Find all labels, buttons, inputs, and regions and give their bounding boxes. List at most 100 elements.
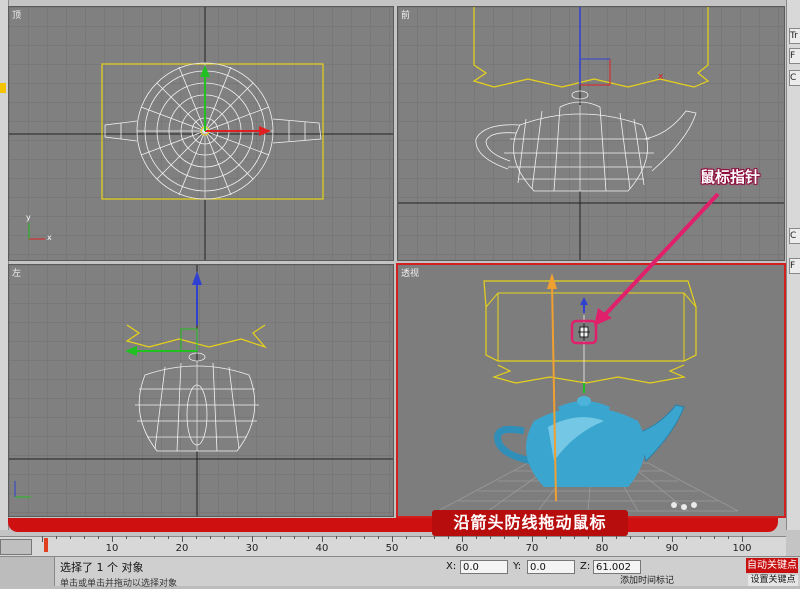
track-tick — [322, 536, 323, 542]
viewport-front-canvas: x — [398, 7, 784, 260]
track-tick — [280, 536, 281, 539]
track-tick — [490, 536, 491, 539]
track-tick — [238, 536, 239, 539]
track-tick — [420, 536, 421, 539]
svg-text:x: x — [658, 72, 664, 82]
track-tick — [406, 536, 407, 539]
track-tick — [476, 536, 477, 539]
track-tick-label: 60 — [455, 543, 469, 554]
annotation-mouse-pointer: 鼠标指针 — [700, 168, 761, 186]
track-tick-label: 100 — [732, 543, 752, 554]
track-tick-label: 80 — [595, 543, 609, 554]
track-tick — [252, 536, 253, 542]
track-tick — [532, 536, 533, 542]
max-application: Tr F C C F 顶 x y 前 x 左 透视 鼠标指针 沿箭头防线拖动鼠标… — [0, 0, 800, 589]
current-frame-marker[interactable] — [44, 538, 48, 552]
track-tick — [714, 536, 715, 539]
viewport-top-canvas — [9, 7, 393, 260]
track-tick — [84, 536, 85, 539]
caption-label: 沿箭头防线拖动鼠标 — [432, 510, 628, 536]
track-tick — [196, 536, 197, 539]
track-tick — [434, 536, 435, 539]
track-tick — [546, 536, 547, 539]
y-coordinate-field[interactable]: 0.0 — [527, 560, 575, 574]
track-tick — [42, 536, 43, 542]
panel-tab[interactable]: C — [789, 228, 800, 244]
track-tick — [602, 536, 603, 542]
track-bar[interactable]: 10 20 30 40 50 60 70 80 90 100 — [42, 536, 752, 556]
track-tick — [686, 536, 687, 539]
track-tick-label: 10 — [105, 543, 119, 554]
track-tick — [266, 536, 267, 539]
viewport-label[interactable]: 前 — [401, 8, 410, 21]
x-coordinate-field[interactable]: 0.0 — [460, 560, 508, 574]
viewport-front[interactable]: 前 x — [397, 6, 785, 261]
panel-tab[interactable]: C — [789, 70, 800, 86]
axis-x-label: x — [47, 233, 52, 242]
track-tick-label: 70 — [525, 543, 539, 554]
z-label: Z: — [580, 561, 591, 572]
prompt-line: 单击或单击并拖动以选择对象 — [60, 579, 178, 589]
track-tick — [98, 536, 99, 539]
track-tick — [392, 536, 393, 542]
track-tick-label: 90 — [665, 543, 679, 554]
viewport-label[interactable]: 透视 — [401, 266, 419, 279]
track-tick — [378, 536, 379, 539]
panel-tab[interactable]: F — [789, 258, 800, 274]
track-tick — [658, 536, 659, 539]
track-tick — [644, 536, 645, 539]
track-tick — [210, 536, 211, 539]
caption-bar — [8, 518, 778, 532]
viewport-label[interactable]: 左 — [12, 266, 21, 279]
viewport-perspective[interactable]: 透视 — [396, 263, 786, 518]
track-tick — [294, 536, 295, 539]
track-tick — [518, 536, 519, 539]
track-tick — [672, 536, 673, 542]
panel-tab[interactable]: F — [789, 48, 800, 64]
x-label: X: — [446, 561, 457, 572]
set-key-button[interactable]: 设置关键点 — [748, 575, 798, 586]
track-tick — [336, 536, 337, 539]
track-tick-label: 20 — [175, 543, 189, 554]
viewport-left-canvas — [9, 265, 393, 516]
track-tick — [70, 536, 71, 539]
track-tick — [700, 536, 701, 539]
track-tick — [126, 536, 127, 539]
track-tick — [182, 536, 183, 542]
track-tick — [462, 536, 463, 542]
toolbar-marker — [0, 83, 6, 93]
track-tick — [588, 536, 589, 539]
status-bar: 选择了 1 个 对象 单击或单击并拖动以选择对象 X: 0.0 Y: 0.0 Z… — [0, 556, 800, 589]
track-tick — [224, 536, 225, 539]
viewport-left[interactable]: 左 — [8, 264, 394, 517]
track-tick — [56, 536, 57, 539]
track-tick-label: 40 — [315, 543, 329, 554]
track-tick — [448, 536, 449, 539]
command-panel[interactable]: Tr F C C F — [786, 0, 800, 530]
auto-key-button[interactable]: 自动关键点 — [746, 558, 798, 573]
viewport-perspective-canvas — [398, 265, 784, 516]
track-tick-label: 30 — [245, 543, 259, 554]
z-coordinate-field[interactable]: 61.002 — [593, 560, 641, 574]
panel-tab[interactable]: Tr — [789, 28, 800, 44]
track-tick — [504, 536, 505, 539]
track-tick — [616, 536, 617, 539]
selection-status: 选择了 1 个 对象 — [60, 561, 144, 574]
axis-y-label: y — [26, 213, 31, 222]
track-tick — [364, 536, 365, 539]
y-label: Y: — [513, 561, 522, 572]
time-slider-knob[interactable] — [0, 539, 32, 555]
track-tick — [574, 536, 575, 539]
track-tick — [742, 536, 743, 542]
track-tick — [112, 536, 113, 542]
track-tick — [308, 536, 309, 539]
track-tick — [154, 536, 155, 539]
viewport-label[interactable]: 顶 — [12, 8, 21, 21]
track-tick — [350, 536, 351, 539]
track-tick — [630, 536, 631, 539]
max-script-listener[interactable] — [0, 557, 55, 586]
viewport-top[interactable]: 顶 x y — [8, 6, 394, 261]
track-tick — [560, 536, 561, 539]
track-tick-label: 50 — [385, 543, 399, 554]
track-tick — [168, 536, 169, 539]
